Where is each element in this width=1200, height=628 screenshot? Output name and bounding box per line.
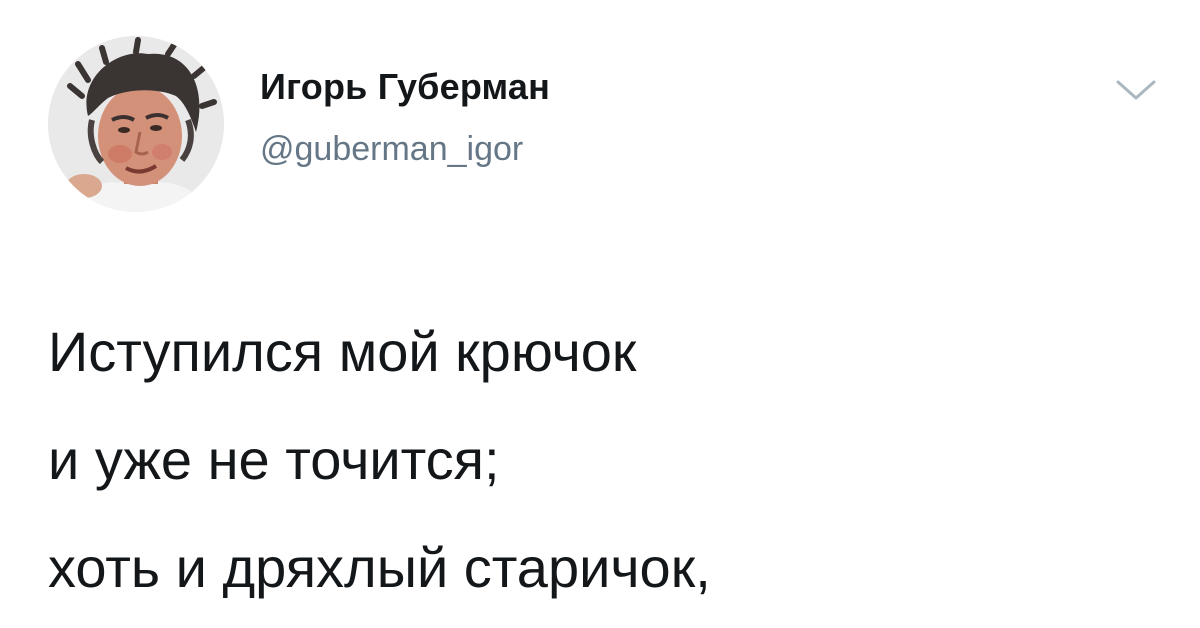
author-avatar[interactable]: [48, 36, 224, 212]
tweet-menu-button[interactable]: [1112, 74, 1160, 108]
tweet-card: Игорь Губерман @guberman_igor Иступился …: [0, 0, 1200, 628]
chevron-down-icon: [1116, 80, 1156, 100]
tweet-text-line: хоть и дряхлый старичок,: [48, 536, 711, 599]
author-name[interactable]: Игорь Губерман: [260, 66, 550, 108]
avatar-photo-icon: [48, 36, 224, 212]
tweet-text: Иступился мой крючок и уже не точится; х…: [48, 298, 711, 622]
tweet-text-line: и уже не точится;: [48, 428, 500, 491]
author-handle[interactable]: @guberman_igor: [260, 130, 523, 169]
tweet-text-line: Иступился мой крючок: [48, 320, 637, 383]
